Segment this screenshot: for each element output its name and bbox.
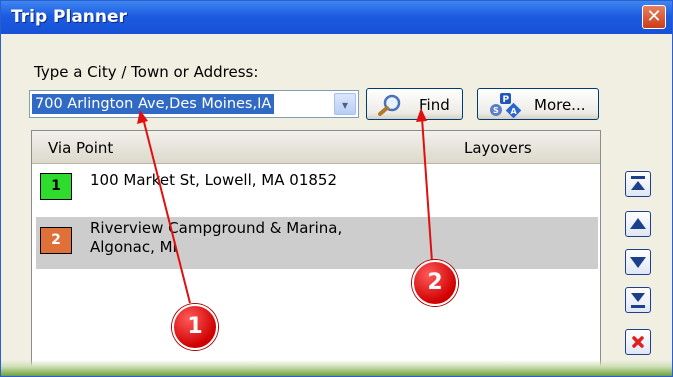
- callout-1: 1: [172, 304, 218, 350]
- callout-2-arrow: [421, 117, 433, 263]
- callout-arrows: [137, 108, 433, 304]
- callout-1-arrow: [142, 117, 191, 304]
- callout-1-arrowhead: [137, 110, 148, 124]
- callout-2: 2: [412, 260, 458, 306]
- callout-2-arrowhead: [416, 108, 427, 122]
